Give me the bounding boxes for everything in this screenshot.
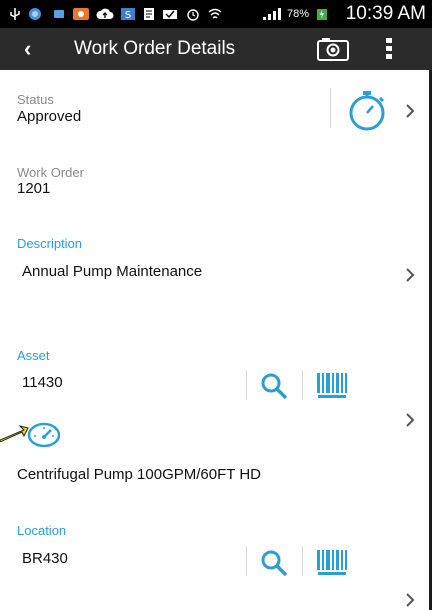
search-icon[interactable] xyxy=(259,372,289,400)
s-app-icon: S xyxy=(121,8,135,21)
description-label: Description xyxy=(17,236,83,251)
meter-gauge-icon[interactable] xyxy=(26,422,62,448)
asset-value: 11430 xyxy=(22,374,63,391)
location-label: Location xyxy=(17,523,67,538)
cloud-upload-icon xyxy=(96,8,114,19)
divider xyxy=(246,546,247,576)
mail-check-icon xyxy=(163,10,177,19)
chevron-right-icon xyxy=(406,268,415,282)
chevron-right-icon xyxy=(406,104,415,118)
clock: 10:39 AM xyxy=(345,3,426,24)
battery-charging-icon xyxy=(317,9,327,20)
chevron-right-icon xyxy=(406,593,415,607)
search-icon[interactable] xyxy=(259,549,289,577)
camera-button[interactable] xyxy=(316,36,350,62)
status-label: Status xyxy=(17,92,54,107)
status-bar: S 78% 10:39 AM xyxy=(0,0,432,28)
location-value: BR430 xyxy=(22,550,68,567)
divider xyxy=(246,370,247,400)
asset-label: Asset xyxy=(17,348,50,363)
svg-text:S: S xyxy=(125,10,131,21)
work-order-row: Work Order 1201 xyxy=(0,150,432,219)
work-order-value: 1201 xyxy=(17,180,51,197)
callout-arrow xyxy=(0,425,29,442)
document-icon xyxy=(144,8,154,20)
divider xyxy=(302,370,303,400)
description-value: Annual Pump Maintenance xyxy=(22,263,203,280)
back-button[interactable]: ‹ xyxy=(24,38,31,60)
page-title: Work Order Details xyxy=(74,38,236,59)
orange-app-icon xyxy=(73,8,89,20)
barcode-scan-icon[interactable] xyxy=(316,549,348,577)
alarm-icon xyxy=(187,9,199,21)
status-row[interactable]: Status Approved xyxy=(0,70,432,151)
action-bar: ‹ Work Order Details xyxy=(0,28,432,70)
signal-icon xyxy=(263,8,281,20)
usb-icon xyxy=(10,8,20,20)
status-value: Approved xyxy=(17,108,82,125)
stopwatch-icon[interactable] xyxy=(345,88,389,132)
overflow-menu-button[interactable] xyxy=(384,37,394,61)
chevron-right-icon xyxy=(406,413,415,427)
divider xyxy=(302,546,303,576)
screen: S 78% 10:39 AM ‹ Work Order Details Stat… xyxy=(0,0,432,610)
divider xyxy=(330,88,331,128)
wifi-icon xyxy=(208,8,222,19)
work-order-label: Work Order xyxy=(17,165,84,180)
asset-row[interactable]: Asset 11430 Centrifugal Pump 100GPM/60FT… xyxy=(0,328,432,513)
location-row[interactable]: Location BR430 xyxy=(0,512,432,610)
asset-name: Centrifugal Pump 100GPM/60FT HD xyxy=(17,466,261,483)
battery-percent: 78% xyxy=(287,8,310,20)
globe-icon xyxy=(29,8,41,20)
app-notification-icon xyxy=(54,10,64,18)
barcode-scan-icon[interactable] xyxy=(316,372,348,400)
description-row[interactable]: Description Annual Pump Maintenance xyxy=(0,218,432,329)
